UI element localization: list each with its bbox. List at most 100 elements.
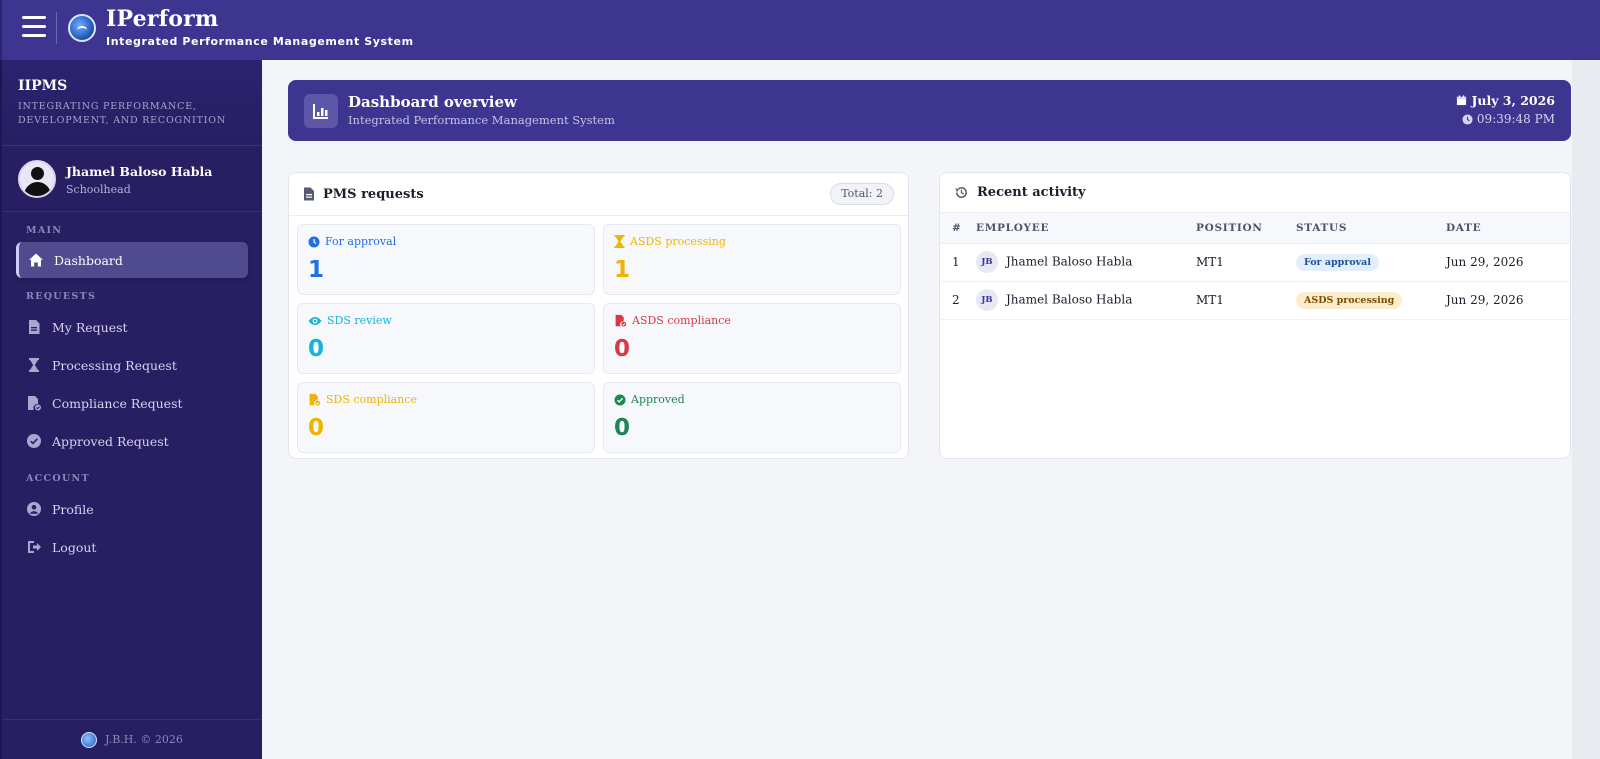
app-title: IPerform: [106, 6, 219, 32]
stat-sds-review[interactable]: SDS review 0: [297, 303, 595, 374]
stat-label: ASDS processing: [614, 235, 726, 248]
home-icon: [28, 252, 44, 268]
sidebar-item-label: My Request: [52, 319, 128, 335]
row-number: 2: [940, 281, 976, 320]
stat-label-text: ASDS compliance: [632, 314, 731, 327]
file-icon: [26, 319, 42, 335]
column-header: STATUS: [1296, 213, 1446, 244]
status-badge: ASDS processing: [1296, 291, 1403, 309]
stat-sds-compliance[interactable]: SDS compliance 0: [297, 382, 595, 453]
stat-label: ASDS compliance: [614, 314, 731, 327]
time-text: 09:39:48 PM: [1476, 112, 1555, 126]
stat-asds-compliance[interactable]: ASDS compliance 0: [603, 303, 901, 374]
check-circle-icon: [26, 433, 42, 449]
user-panel: Jhamel Baloso Habla Schoolhead: [2, 146, 262, 212]
employee-name: Jhamel Baloso Habla: [1006, 292, 1133, 307]
sidebar-item-compliance-request[interactable]: Compliance Request: [16, 384, 248, 422]
card-title: PMS requests: [323, 186, 424, 202]
sidebar-item-processing-request[interactable]: Processing Request: [16, 346, 248, 384]
current-date: July 3, 2026: [1456, 93, 1555, 108]
table-row[interactable]: 2 JB Jhamel Baloso Habla MT1 ASDS process…: [940, 281, 1570, 320]
page-subtitle: Integrated Performance Management System: [348, 113, 615, 127]
app-subtitle: Integrated Performance Management System: [106, 35, 414, 48]
clock-icon: [1462, 113, 1473, 125]
row-number: 1: [940, 243, 976, 282]
eye-icon: [308, 316, 322, 326]
table-row[interactable]: 1 JB Jhamel Baloso Habla MT1 For approval…: [940, 243, 1570, 282]
sidebar-item-logout[interactable]: Logout: [16, 528, 248, 566]
sidebar-item-label: Logout: [52, 539, 97, 555]
card-title: Recent activity: [977, 185, 1086, 200]
date-text: July 3, 2026: [1471, 93, 1555, 108]
column-header: #: [940, 213, 976, 244]
activity-table: # EMPLOYEE POSITION STATUS DATE 1 JB Jham…: [940, 213, 1570, 320]
sidebar-title: IIPMS: [18, 78, 68, 94]
stat-label: For approval: [308, 235, 396, 248]
file-check-icon: [26, 395, 42, 411]
stat-label: SDS review: [308, 314, 392, 327]
page-title: Dashboard overview: [348, 93, 517, 111]
file-check-icon: [614, 314, 627, 327]
status-cell: ASDS processing: [1296, 281, 1446, 320]
table-header-row: # EMPLOYEE POSITION STATUS DATE: [940, 213, 1570, 244]
stat-value: 1: [614, 257, 631, 283]
stat-asds-processing[interactable]: ASDS processing 1: [603, 224, 901, 295]
footer-text: J.B.H. © 2026: [105, 733, 183, 746]
hourglass-icon: [614, 235, 625, 248]
dashboard-header: Dashboard overview Integrated Performanc…: [288, 80, 1571, 141]
chart-bar-icon: [304, 94, 338, 128]
sidebar-item-profile[interactable]: Profile: [16, 490, 248, 528]
sidebar-footer: J.B.H. © 2026: [2, 719, 262, 759]
sidebar-item-dashboard[interactable]: Dashboard: [16, 242, 248, 278]
sidebar: IIPMS INTEGRATING PERFORMANCE, DEVELOPME…: [0, 60, 262, 759]
stat-approved[interactable]: Approved 0: [603, 382, 901, 453]
clock-icon: [308, 236, 320, 248]
stat-label-text: ASDS processing: [630, 235, 726, 248]
total-badge: Total: 2: [830, 183, 894, 205]
stat-label: SDS compliance: [308, 393, 417, 406]
column-header: DATE: [1446, 213, 1570, 244]
column-header: POSITION: [1196, 213, 1296, 244]
sidebar-item-approved-request[interactable]: Approved Request: [16, 422, 248, 460]
check-circle-icon: [614, 394, 626, 406]
date-cell: Jun 29, 2026: [1446, 281, 1570, 320]
sidebar-item-label: Approved Request: [52, 433, 169, 449]
footer-logo: [81, 731, 98, 748]
employee-cell: JB Jhamel Baloso Habla: [976, 243, 1196, 282]
stat-label: Approved: [614, 393, 685, 406]
user-name: Jhamel Baloso Habla: [66, 164, 213, 179]
sidebar-item-my-request[interactable]: My Request: [16, 308, 248, 346]
hamburger-menu-icon[interactable]: [22, 16, 46, 38]
card-header: PMS requests Total: 2: [289, 173, 908, 216]
hourglass-icon: [26, 357, 42, 373]
position-cell: MT1: [1196, 281, 1296, 320]
position-cell: MT1: [1196, 243, 1296, 282]
status-cell: For approval: [1296, 243, 1446, 282]
sidebar-header: IIPMS INTEGRATING PERFORMANCE, DEVELOPME…: [2, 60, 262, 146]
history-icon: [954, 185, 969, 200]
user-circle-icon: [26, 501, 42, 517]
recent-activity-card: Recent activity # EMPLOYEE POSITION STAT…: [939, 172, 1571, 459]
sidebar-item-label: Processing Request: [52, 357, 177, 373]
employee-cell: JB Jhamel Baloso Habla: [976, 281, 1196, 320]
date-cell: Jun 29, 2026: [1446, 243, 1570, 282]
avatar-initials: JB: [976, 251, 998, 273]
calendar-icon: [1457, 95, 1467, 106]
main-content: Dashboard overview Integrated Performanc…: [262, 60, 1600, 759]
sidebar-item-label: Profile: [52, 501, 94, 517]
stat-for-approval[interactable]: For approval 1: [297, 224, 595, 295]
section-requests: REQUESTS: [26, 291, 97, 302]
card-header: Recent activity: [940, 173, 1570, 213]
file-icon: [303, 187, 315, 201]
stat-label-text: SDS review: [327, 314, 392, 327]
stat-label-text: SDS compliance: [326, 393, 417, 406]
employee-name: Jhamel Baloso Habla: [1006, 254, 1133, 269]
stat-value: 1: [308, 257, 325, 283]
top-navbar: IPerform Integrated Performance Manageme…: [0, 0, 1600, 60]
sidebar-item-label: Dashboard: [54, 252, 123, 268]
stat-label-text: Approved: [631, 393, 685, 406]
sidebar-tagline: INTEGRATING PERFORMANCE, DEVELOPMENT, AN…: [18, 101, 226, 126]
user-role: Schoolhead: [66, 183, 131, 196]
stat-value: 0: [614, 415, 631, 441]
section-main: MAIN: [26, 225, 63, 236]
